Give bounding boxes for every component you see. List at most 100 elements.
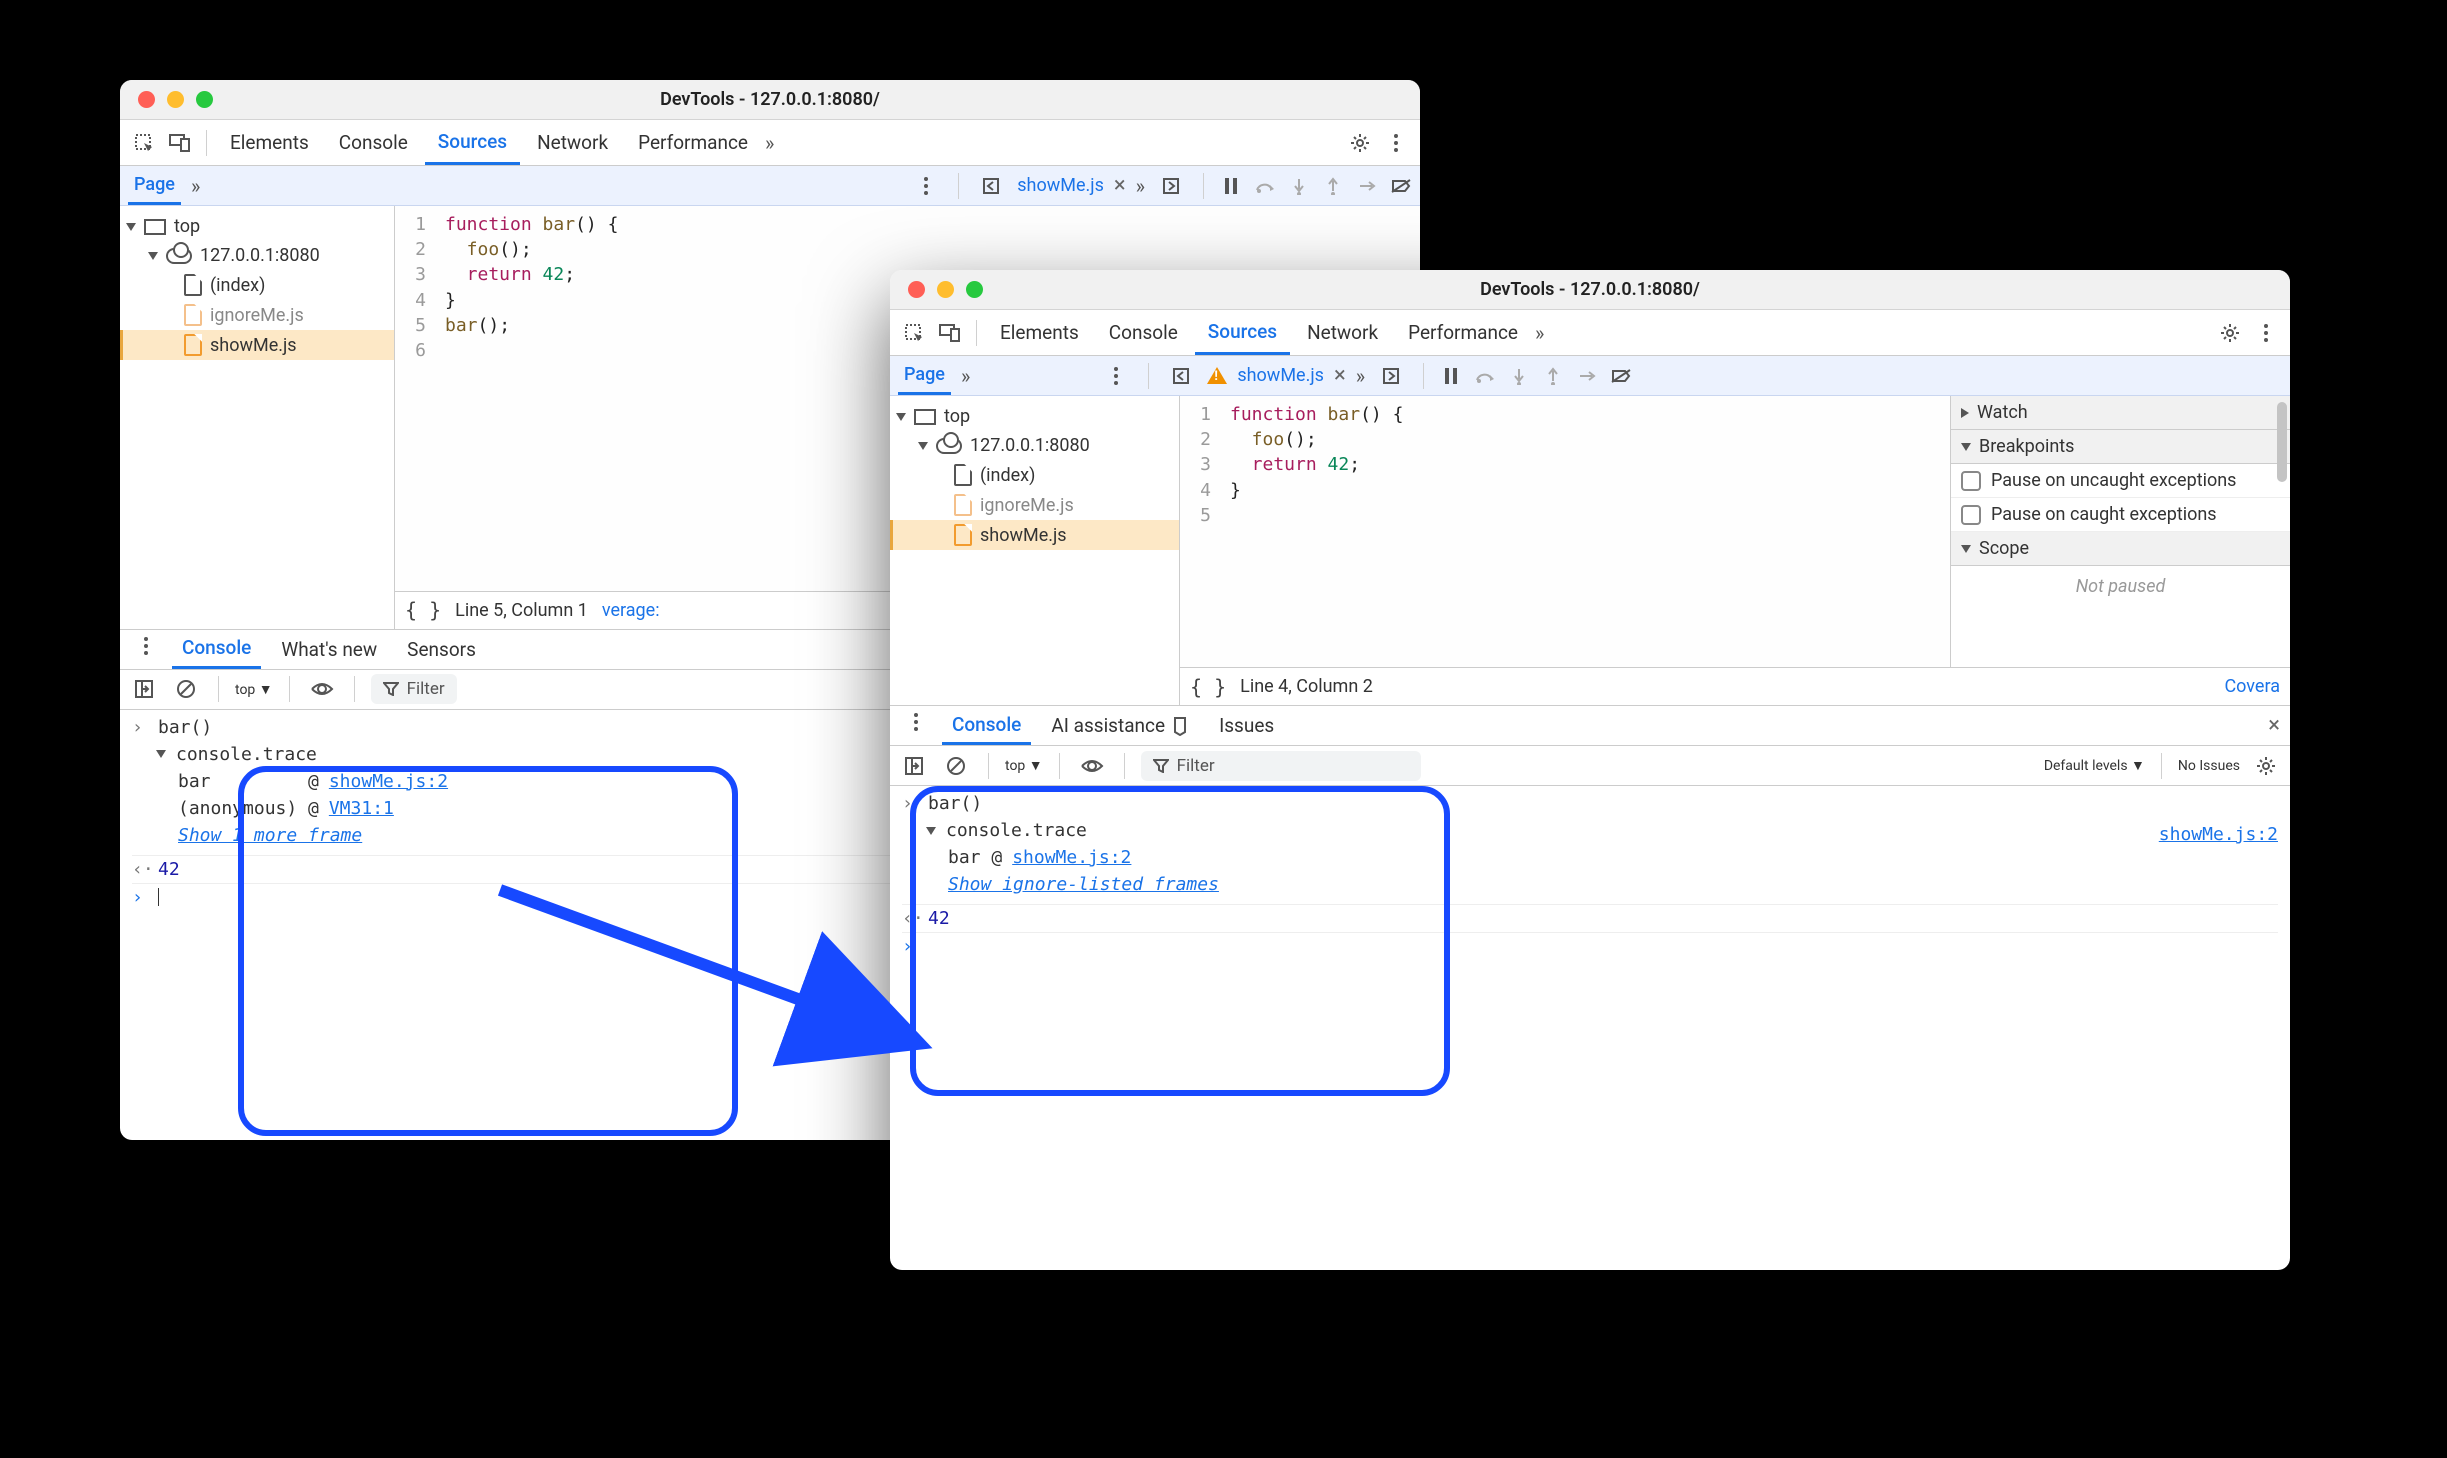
scope-header[interactable]: Scope bbox=[1951, 532, 2290, 566]
tree-file-index[interactable]: (index) bbox=[120, 270, 394, 300]
tab-sources[interactable]: Sources bbox=[425, 120, 520, 165]
tree-file-ignoreme[interactable]: ignoreMe.js bbox=[890, 490, 1179, 520]
close-drawer-icon[interactable]: × bbox=[2268, 713, 2280, 738]
code-editor[interactable]: 12345 function bar() { foo(); return 42;… bbox=[1180, 396, 1950, 667]
source-link[interactable]: showMe.js:2 bbox=[1012, 847, 1131, 868]
filter-input[interactable]: Filter bbox=[1141, 751, 1421, 781]
execution-context[interactable]: top ▼ bbox=[235, 681, 273, 698]
format-icon[interactable]: { } bbox=[1190, 675, 1226, 699]
pause-icon[interactable] bbox=[1220, 175, 1242, 197]
console-prompt[interactable]: › bbox=[902, 933, 2278, 960]
tab-performance[interactable]: Performance bbox=[1395, 310, 1531, 355]
open-file-tab[interactable]: showMe.js bbox=[1017, 175, 1104, 196]
more-tabs-icon[interactable]: » bbox=[765, 131, 774, 155]
inspect-icon[interactable] bbox=[128, 127, 160, 159]
device-toggle-icon[interactable] bbox=[934, 317, 966, 349]
minimize-window-button[interactable] bbox=[937, 281, 954, 298]
pause-caught[interactable]: Pause on caught exceptions bbox=[1951, 498, 2290, 532]
watch-header[interactable]: Watch bbox=[1951, 396, 2290, 430]
tab-console[interactable]: Console bbox=[1096, 310, 1191, 355]
console-sidebar-icon[interactable] bbox=[898, 750, 930, 782]
prev-file-icon[interactable] bbox=[1165, 360, 1197, 392]
inspect-icon[interactable] bbox=[898, 317, 930, 349]
tree-file-index[interactable]: (index) bbox=[890, 460, 1179, 490]
tree-host[interactable]: 127.0.0.1:8080 bbox=[890, 431, 1179, 460]
step-over-icon[interactable] bbox=[1474, 365, 1496, 387]
close-window-button[interactable] bbox=[138, 91, 155, 108]
drawer-tab-ai[interactable]: AI assistance bbox=[1041, 706, 1199, 745]
tree-file-ignoreme[interactable]: ignoreMe.js bbox=[120, 300, 394, 330]
kebab-menu-icon[interactable] bbox=[900, 706, 932, 738]
kebab-menu-icon[interactable] bbox=[1380, 127, 1412, 159]
scrollbar[interactable] bbox=[2277, 402, 2287, 482]
log-levels-dropdown[interactable]: Default levels ▼ bbox=[2044, 757, 2145, 774]
show-more-frames[interactable]: Show ignore-listed frames bbox=[902, 871, 2278, 898]
tab-sources[interactable]: Sources bbox=[1195, 310, 1290, 355]
tab-elements[interactable]: Elements bbox=[987, 310, 1092, 355]
next-file-icon[interactable] bbox=[1155, 170, 1187, 202]
tree-top[interactable]: top bbox=[890, 402, 1179, 431]
drawer-tab-sensors[interactable]: Sensors bbox=[397, 630, 486, 669]
device-toggle-icon[interactable] bbox=[164, 127, 196, 159]
tree-host[interactable]: 127.0.0.1:8080 bbox=[120, 241, 394, 270]
tree-file-showme[interactable]: showMe.js bbox=[890, 520, 1179, 550]
kebab-menu-icon[interactable] bbox=[2250, 317, 2282, 349]
tab-network[interactable]: Network bbox=[524, 120, 621, 165]
drawer-tab-whatsnew[interactable]: What's new bbox=[271, 630, 387, 669]
tree-top[interactable]: top bbox=[120, 212, 394, 241]
tab-elements[interactable]: Elements bbox=[217, 120, 322, 165]
drawer-tab-issues[interactable]: Issues bbox=[1209, 706, 1284, 745]
page-tab[interactable]: Page bbox=[898, 356, 951, 395]
close-tab-icon[interactable]: × bbox=[1334, 363, 1346, 388]
pause-icon[interactable] bbox=[1440, 365, 1462, 387]
console-trace-header[interactable]: console.trace bbox=[902, 817, 2278, 844]
source-link[interactable]: showMe.js:2 bbox=[329, 771, 448, 792]
tab-console[interactable]: Console bbox=[326, 120, 421, 165]
step-icon[interactable] bbox=[1356, 175, 1378, 197]
more-page-tabs-icon[interactable]: » bbox=[961, 364, 970, 388]
gear-icon[interactable] bbox=[2250, 750, 2282, 782]
live-expression-icon[interactable] bbox=[306, 673, 338, 705]
step-out-icon[interactable] bbox=[1542, 365, 1564, 387]
page-tab[interactable]: Page bbox=[128, 166, 181, 205]
step-over-icon[interactable] bbox=[1254, 175, 1276, 197]
tree-file-showme[interactable]: showMe.js bbox=[120, 330, 394, 360]
format-icon[interactable]: { } bbox=[405, 598, 441, 622]
step-into-icon[interactable] bbox=[1288, 175, 1310, 197]
coverage-link[interactable]: verage: bbox=[602, 600, 660, 621]
gear-icon[interactable] bbox=[1344, 127, 1376, 159]
execution-context[interactable]: top ▼ bbox=[1005, 757, 1043, 774]
drawer-tab-console[interactable]: Console bbox=[172, 630, 261, 669]
console-call[interactable]: ›bar() bbox=[902, 790, 2278, 817]
more-page-tabs-icon[interactable]: » bbox=[191, 174, 200, 198]
step-icon[interactable] bbox=[1576, 365, 1598, 387]
drawer-tab-console[interactable]: Console bbox=[942, 706, 1031, 745]
tab-network[interactable]: Network bbox=[1294, 310, 1391, 355]
close-tab-icon[interactable]: × bbox=[1114, 173, 1126, 198]
kebab-menu-icon[interactable] bbox=[130, 630, 162, 662]
live-expression-icon[interactable] bbox=[1076, 750, 1108, 782]
pause-uncaught[interactable]: Pause on uncaught exceptions bbox=[1951, 464, 2290, 498]
deactivate-breakpoints-icon[interactable] bbox=[1610, 365, 1632, 387]
next-file-icon[interactable] bbox=[1375, 360, 1407, 392]
gear-icon[interactable] bbox=[2214, 317, 2246, 349]
console-sidebar-icon[interactable] bbox=[128, 673, 160, 705]
step-into-icon[interactable] bbox=[1508, 365, 1530, 387]
more-files-icon[interactable]: » bbox=[1356, 364, 1365, 388]
more-tabs-icon[interactable]: » bbox=[1535, 321, 1544, 345]
more-files-icon[interactable]: » bbox=[1136, 174, 1145, 198]
open-file-tab[interactable]: showMe.js bbox=[1237, 365, 1324, 386]
maximize-window-button[interactable] bbox=[966, 281, 983, 298]
source-link[interactable]: VM31:1 bbox=[329, 798, 394, 819]
maximize-window-button[interactable] bbox=[196, 91, 213, 108]
close-window-button[interactable] bbox=[908, 281, 925, 298]
filter-input[interactable]: Filter bbox=[371, 674, 457, 704]
kebab-menu-icon[interactable] bbox=[910, 170, 942, 202]
clear-console-icon[interactable] bbox=[940, 750, 972, 782]
tab-performance[interactable]: Performance bbox=[625, 120, 761, 165]
breakpoints-header[interactable]: Breakpoints bbox=[1951, 430, 2290, 464]
minimize-window-button[interactable] bbox=[167, 91, 184, 108]
trace-source-link[interactable]: showMe.js:2 bbox=[2159, 824, 2278, 845]
step-out-icon[interactable] bbox=[1322, 175, 1344, 197]
kebab-menu-icon[interactable] bbox=[1100, 360, 1132, 392]
